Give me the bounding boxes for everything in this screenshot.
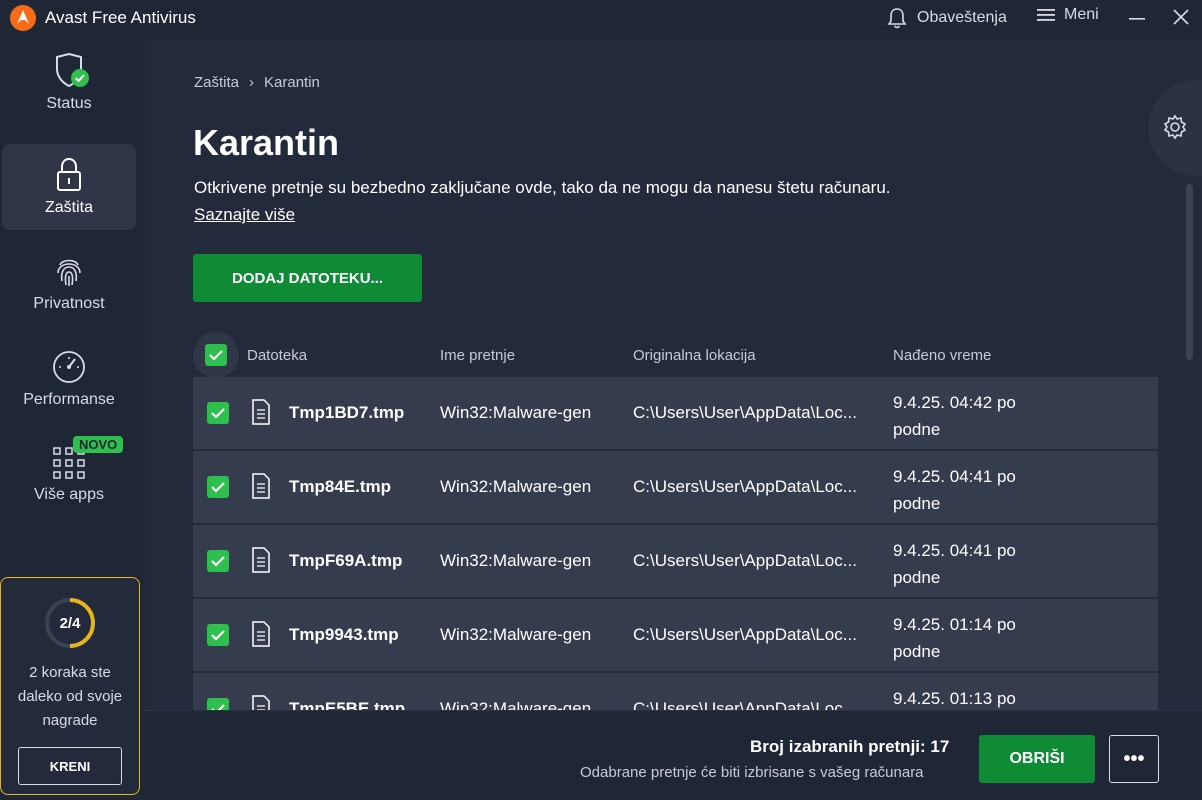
checkmark-icon bbox=[211, 556, 225, 567]
sidebar-item-label: Zaštita bbox=[44, 199, 93, 216]
delete-note: Odabrane pretnje će biti izbrisane s vaš… bbox=[580, 764, 924, 781]
column-header-threat[interactable]: Ime pretnje bbox=[440, 347, 515, 364]
row-checkbox[interactable] bbox=[207, 624, 229, 646]
selected-count-label: Broj izabranih pretnji: 17 bbox=[750, 737, 950, 756]
hamburger-icon bbox=[1037, 9, 1055, 21]
shield-check-icon bbox=[56, 53, 89, 88]
table-header: Datoteka Ime pretnje Originalna lokacija… bbox=[193, 332, 1158, 378]
settings-button[interactable] bbox=[1148, 80, 1202, 176]
found-time: 9.4.25. 04:42 po podne bbox=[893, 393, 1016, 439]
progress-text: 2/4 bbox=[59, 614, 81, 632]
bell-icon bbox=[887, 8, 907, 29]
sidebar-item-performance[interactable]: Performanse bbox=[2, 336, 136, 422]
table-row[interactable]: Tmp84E.tmp Win32:Malware-gen C:\Users\Us… bbox=[193, 451, 1158, 523]
file-icon bbox=[252, 621, 270, 647]
sidebar-item-protection[interactable]: Zaštita bbox=[2, 144, 136, 230]
breadcrumb-separator: › bbox=[249, 74, 255, 91]
file-name: Tmp9943.tmp bbox=[289, 625, 399, 644]
breadcrumb-parent[interactable]: Zaštita bbox=[194, 74, 239, 91]
new-badge: NOVO bbox=[73, 436, 124, 453]
file-name: Tmp1BD7.tmp bbox=[289, 403, 405, 422]
original-location: C:\Users\User\AppData\Loc... bbox=[633, 403, 857, 422]
notifications-button[interactable]: Obaveštenja bbox=[886, 6, 1007, 30]
found-time: 9.4.25. 04:41 po podne bbox=[893, 467, 1016, 513]
reward-card: 2/4 2 koraka ste daleko od svoje nagrade… bbox=[0, 577, 140, 795]
avast-logo-icon bbox=[10, 5, 36, 31]
file-icon bbox=[252, 695, 270, 710]
sidebar-item-label: Više apps bbox=[34, 486, 104, 503]
row-checkbox[interactable] bbox=[207, 402, 229, 424]
row-checkbox[interactable] bbox=[207, 476, 229, 498]
add-file-button[interactable]: DODAJ DATOTEKU... bbox=[193, 254, 422, 302]
found-time: 9.4.25. 01:13 po podne bbox=[893, 689, 1016, 708]
sidebar-item-more-apps[interactable]: NOVO Više apps bbox=[2, 432, 136, 518]
checkmark-icon bbox=[209, 350, 223, 361]
found-time: 9.4.25. 04:41 po podne bbox=[893, 541, 1016, 587]
title-bar: Avast Free Antivirus Obaveštenja Meni bbox=[0, 0, 1202, 38]
checkmark-icon bbox=[211, 408, 225, 419]
notifications-label: Obaveštenja bbox=[917, 9, 1007, 26]
speedometer-icon bbox=[53, 351, 85, 383]
file-icon bbox=[252, 399, 270, 425]
sidebar-item-privacy[interactable]: Privatnost bbox=[2, 240, 136, 326]
learn-more-link[interactable]: Saznajte više bbox=[194, 205, 295, 225]
column-header-time[interactable]: Nađeno vreme bbox=[893, 347, 991, 364]
sidebar-item-label: Performanse bbox=[23, 391, 115, 408]
scrollbar[interactable] bbox=[1186, 184, 1193, 360]
more-options-button[interactable]: ••• bbox=[1109, 735, 1159, 783]
lock-icon bbox=[57, 157, 81, 191]
sidebar: Status Zaštita Privatnost Performanse NO… bbox=[0, 40, 145, 800]
footer-bar: Broj izabranih pretnji: 17 Odabrane pret… bbox=[145, 710, 1202, 800]
main-panel: Zaštita › Karantin Karantin Otkrivene pr… bbox=[145, 40, 1202, 800]
table-row[interactable]: TmpF69A.tmp Win32:Malware-gen C:\Users\U… bbox=[193, 525, 1158, 597]
menu-label: Meni bbox=[1064, 6, 1099, 23]
fingerprint-icon bbox=[57, 259, 81, 286]
row-checkbox[interactable] bbox=[207, 698, 229, 710]
original-location: C:\Users\User\AppData\Loc... bbox=[633, 551, 857, 570]
file-icon bbox=[252, 547, 270, 573]
file-name: TmpE5BE.tmp bbox=[289, 699, 406, 710]
column-header-file[interactable]: Datoteka bbox=[247, 347, 307, 364]
original-location: C:\Users\User\AppData\Loc... bbox=[633, 477, 857, 496]
delete-button[interactable]: OBRIŠI bbox=[979, 735, 1095, 783]
gear-icon bbox=[1163, 114, 1187, 140]
minimize-icon[interactable] bbox=[1126, 8, 1148, 28]
file-icon bbox=[252, 473, 270, 499]
close-icon[interactable] bbox=[1170, 8, 1192, 28]
select-all-checkbox[interactable] bbox=[193, 332, 239, 378]
progress-ring: 2/4 bbox=[44, 597, 96, 649]
app-title: Avast Free Antivirus bbox=[45, 8, 196, 27]
file-name: TmpF69A.tmp bbox=[289, 551, 403, 570]
original-location: C:\Users\User\AppData\Loc... bbox=[633, 699, 857, 710]
found-time: 9.4.25. 01:14 po podne bbox=[893, 615, 1016, 661]
menu-button[interactable]: Meni bbox=[1037, 6, 1099, 24]
threat-name: Win32:Malware-gen bbox=[440, 551, 592, 570]
table-row[interactable]: Tmp1BD7.tmp Win32:Malware-gen C:\Users\U… bbox=[193, 377, 1158, 449]
page-description: Otkrivene pretnje su bezbedno zaključane… bbox=[194, 178, 891, 197]
original-location: C:\Users\User\AppData\Loc... bbox=[633, 625, 857, 644]
sidebar-item-label: Privatnost bbox=[33, 295, 105, 312]
threat-name: Win32:Malware-gen bbox=[440, 625, 592, 644]
reward-message: 2 koraka ste daleko od svoje nagrade bbox=[17, 664, 123, 729]
threat-name: Win32:Malware-gen bbox=[440, 699, 592, 710]
go-button[interactable]: KRENI bbox=[18, 747, 122, 785]
threat-name: Win32:Malware-gen bbox=[440, 403, 592, 422]
breadcrumb: Zaštita › Karantin bbox=[194, 74, 320, 91]
file-name: Tmp84E.tmp bbox=[289, 477, 392, 496]
page-title: Karantin bbox=[193, 122, 340, 163]
checkmark-icon bbox=[211, 704, 225, 710]
table-body: Tmp1BD7.tmp Win32:Malware-gen C:\Users\U… bbox=[193, 377, 1158, 710]
column-header-location[interactable]: Originalna lokacija bbox=[633, 347, 756, 364]
checkmark-icon bbox=[211, 630, 225, 641]
row-checkbox[interactable] bbox=[207, 550, 229, 572]
table-row[interactable]: Tmp9943.tmp Win32:Malware-gen C:\Users\U… bbox=[193, 599, 1158, 671]
sidebar-item-label: Status bbox=[46, 95, 92, 112]
threat-name: Win32:Malware-gen bbox=[440, 477, 592, 496]
sidebar-item-status[interactable]: Status bbox=[2, 40, 136, 126]
table-row[interactable]: TmpE5BE.tmp Win32:Malware-gen C:\Users\U… bbox=[193, 673, 1158, 710]
breadcrumb-current: Karantin bbox=[264, 74, 320, 91]
checkmark-icon bbox=[211, 482, 225, 493]
